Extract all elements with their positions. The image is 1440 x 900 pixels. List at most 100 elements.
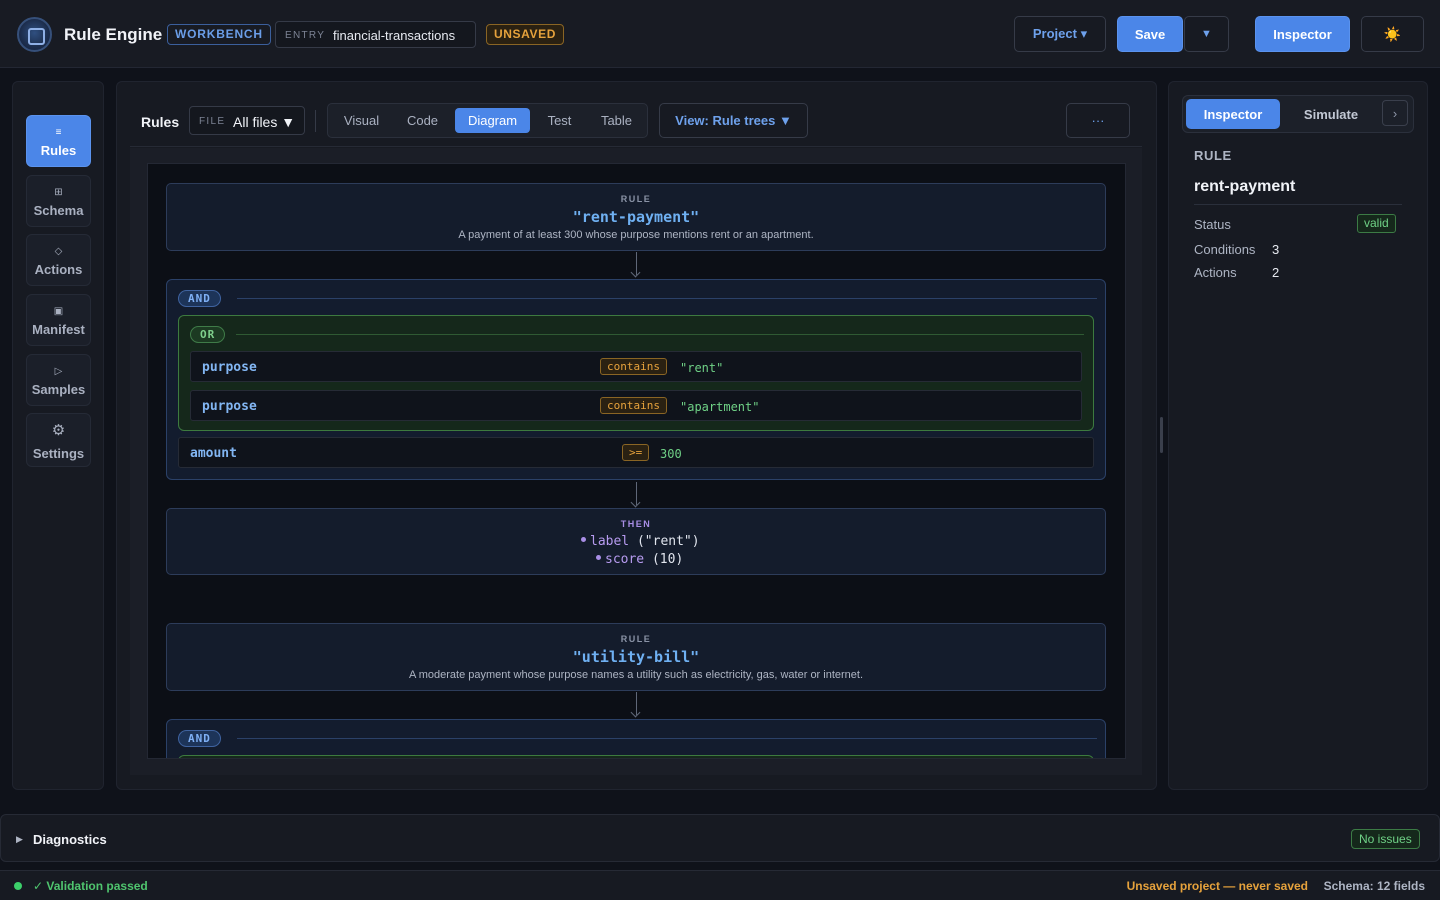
- diagnostics-title: Diagnostics: [33, 832, 107, 847]
- condition-row[interactable]: purpose contains "apartment": [190, 390, 1082, 421]
- sidebar-item-actions[interactable]: ◇ Actions: [26, 234, 91, 286]
- rule-description: A moderate payment whose purpose names a…: [408, 669, 864, 681]
- tab-table[interactable]: Table: [588, 108, 645, 133]
- project-menu-button[interactable]: Project ▾: [1014, 16, 1106, 52]
- entry-selector[interactable]: ENTRY financial-transactions: [275, 21, 476, 48]
- sidebar-item-settings[interactable]: ⚙ Settings: [26, 413, 91, 467]
- expand-caret-icon[interactable]: ▶: [16, 834, 23, 845]
- inspector-tabs: Inspector Simulate ›: [1182, 95, 1414, 133]
- status-bar: ✓ Validation passed Unsaved project — ne…: [0, 870, 1440, 900]
- condition-value: "apartment": [680, 400, 760, 414]
- flow-arrow-icon: [636, 482, 637, 505]
- and-group[interactable]: AND OR purpose contains "rent" purpose c…: [166, 279, 1106, 480]
- sidebar-item-label: Settings: [32, 446, 85, 461]
- diagram-canvas[interactable]: RULE "rent-payment" A payment of at leas…: [147, 163, 1126, 759]
- entry-value: financial-transactions: [333, 28, 456, 43]
- tab-diagram[interactable]: Diagram: [455, 108, 530, 133]
- action-args: ("rent"): [636, 534, 700, 549]
- schema-summary: Schema: 12 fields: [1323, 879, 1425, 893]
- workbench-tag: WORKBENCH: [167, 24, 271, 45]
- diagnostics-badge: No issues: [1351, 829, 1420, 849]
- panel-resize-handle[interactable]: [1160, 417, 1163, 453]
- group-line: [237, 298, 1097, 299]
- sidebar-item-label: Manifest: [32, 322, 85, 337]
- theme-toggle-button[interactable]: ☀️: [1361, 16, 1424, 52]
- condition-row[interactable]: amount >= 300: [178, 437, 1094, 468]
- action-name: score: [605, 552, 645, 567]
- action-item: score (10): [596, 552, 683, 567]
- file-filter-value: All files ▼: [233, 114, 296, 130]
- then-actions-card[interactable]: THEN label ("rent") score (10): [166, 508, 1106, 575]
- group-line: [237, 738, 1097, 739]
- sidebar-item-rules[interactable]: ≡ Rules: [26, 115, 91, 167]
- rule-kicker: RULE: [620, 194, 652, 204]
- inspector-kicker: RULE: [1194, 148, 1232, 163]
- rule-description: A payment of at least 300 whose purpose …: [458, 229, 814, 241]
- save-status: Unsaved project — never saved: [1126, 879, 1308, 893]
- flow-arrow-icon: [636, 252, 637, 275]
- toolbar-separator: [130, 146, 1142, 147]
- chevron-right-icon[interactable]: ›: [1382, 100, 1408, 126]
- tab-test[interactable]: Test: [532, 108, 587, 133]
- toolbar-divider: [315, 110, 316, 132]
- gear-icon: ⚙: [51, 422, 66, 439]
- condition-field: purpose: [202, 360, 257, 375]
- flow-arrow-icon: [636, 692, 637, 715]
- rule-card-rent-payment[interactable]: RULE "rent-payment" A payment of at leas…: [166, 183, 1106, 251]
- condition-value: "rent": [680, 361, 724, 375]
- save-options-button[interactable]: ▼: [1184, 16, 1229, 52]
- file-key-label: FILE: [199, 116, 226, 127]
- sidebar-item-schema[interactable]: ⊞ Schema: [26, 175, 91, 227]
- unsaved-badge: UNSAVED: [486, 24, 564, 45]
- rule-kicker: RULE: [620, 634, 652, 644]
- app-title: Rule Engine: [64, 25, 163, 44]
- or-group[interactable]: [178, 755, 1094, 758]
- file-filter-select[interactable]: FILE All files ▼: [189, 106, 305, 135]
- status-label: Status: [1194, 217, 1231, 232]
- sidebar-item-label: Rules: [40, 143, 77, 158]
- tab-simulate[interactable]: Simulate: [1283, 99, 1379, 129]
- inspector-toggle-button[interactable]: Inspector: [1255, 16, 1350, 52]
- condition-field: amount: [190, 446, 237, 461]
- tab-code[interactable]: Code: [391, 108, 454, 133]
- and-operator-badge: AND: [178, 290, 221, 307]
- sidebar-item-label: Schema: [33, 203, 84, 218]
- schema-icon: ⊞: [54, 187, 63, 198]
- tab-visual[interactable]: Visual: [332, 108, 391, 133]
- status-dot-icon: [14, 882, 22, 890]
- action-args: (10): [651, 552, 684, 567]
- group-line: [236, 334, 1084, 335]
- rule-card-utility-bill[interactable]: RULE "utility-bill" A moderate payment w…: [166, 623, 1106, 691]
- samples-icon: ▷: [54, 366, 63, 377]
- condition-operator: contains: [600, 358, 667, 375]
- or-operator-badge: OR: [190, 326, 226, 343]
- sidebar-item-samples[interactable]: ▷ Samples: [26, 354, 91, 406]
- rule-name: "rent-payment": [572, 208, 700, 226]
- sidebar-item-label: Actions: [34, 262, 83, 277]
- entry-key-label: ENTRY: [285, 30, 326, 41]
- view-mode-select[interactable]: View: Rule trees ▼: [659, 103, 808, 138]
- save-button[interactable]: Save: [1117, 16, 1183, 52]
- and-operator-badge: AND: [178, 730, 221, 747]
- then-kicker: THEN: [620, 519, 652, 529]
- inspector-rule-name: rent-payment: [1194, 178, 1296, 195]
- action-name: label: [590, 534, 630, 549]
- and-group[interactable]: AND: [166, 719, 1106, 758]
- conditions-label: Conditions: [1194, 242, 1256, 257]
- sidebar-item-label: Samples: [31, 382, 86, 397]
- condition-operator: >=: [622, 444, 650, 461]
- bullet-icon: [596, 555, 601, 560]
- more-options-button[interactable]: ···: [1066, 103, 1130, 138]
- panel-title: Rules: [141, 114, 180, 130]
- top-bar: Rule Engine WORKBENCH ENTRY financial-tr…: [0, 0, 1440, 68]
- sidebar-item-manifest[interactable]: ▣ Manifest: [26, 294, 91, 346]
- actions-count: 2: [1272, 265, 1280, 280]
- diagnostics-bar[interactable]: ▶ Diagnostics No issues: [0, 814, 1440, 862]
- status-badge: valid: [1357, 214, 1396, 233]
- or-group[interactable]: OR purpose contains "rent" purpose conta…: [178, 315, 1094, 431]
- condition-row[interactable]: purpose contains "rent": [190, 351, 1082, 382]
- tab-inspector[interactable]: Inspector: [1186, 99, 1280, 129]
- actions-icon: ◇: [54, 246, 63, 257]
- bullet-icon: [581, 537, 586, 542]
- rule-name: "utility-bill": [572, 648, 700, 666]
